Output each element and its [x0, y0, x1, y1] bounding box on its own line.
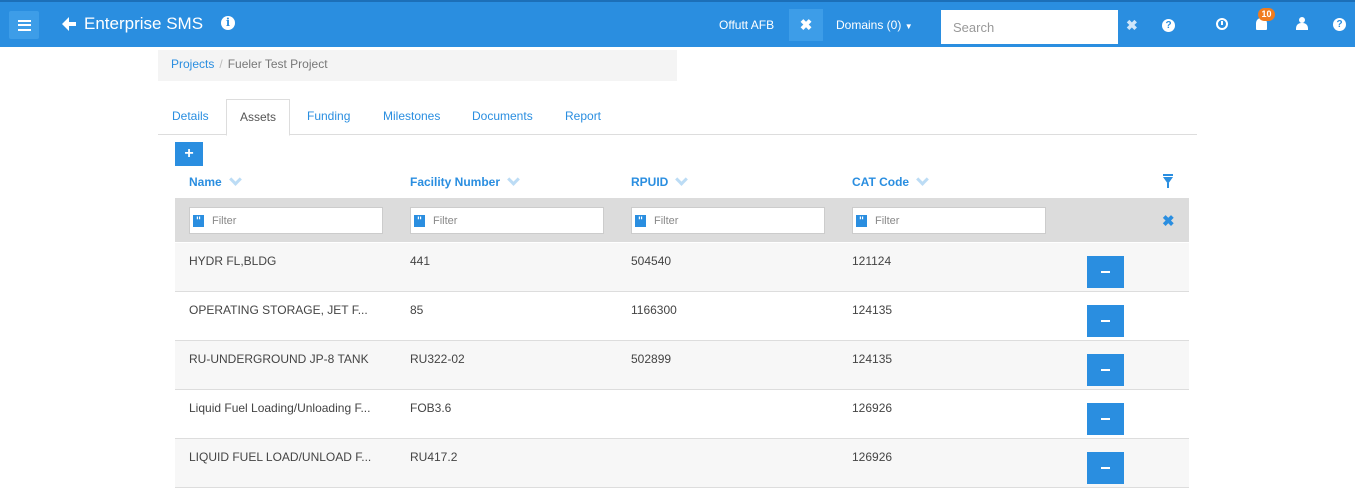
column-label: RPUID [631, 175, 669, 189]
sort-chevron-icon [228, 173, 242, 186]
user-icon[interactable] [1296, 17, 1308, 30]
breadcrumb-current: Fueler Test Project [227, 57, 328, 71]
cell-facility: RU322-02 [410, 352, 465, 366]
table-row: LIQUID FUEL LOAD/UNLOAD F... RU417.2 126… [175, 439, 1189, 488]
table-row: Liquid Fuel Loading/Unloading F... FOB3.… [175, 390, 1189, 439]
column-header-rpuid[interactable]: RPUID [631, 173, 689, 189]
filter-icon[interactable] [1163, 174, 1173, 188]
remove-asset-button[interactable] [1087, 256, 1124, 288]
cell-name: Liquid Fuel Loading/Unloading F... [189, 401, 371, 415]
cell-facility: 85 [410, 303, 424, 317]
sort-chevron-icon [675, 173, 689, 186]
table-row: HYDR FL,BLDG 441 504540 121124 [175, 243, 1189, 292]
breadcrumb-separator: / [219, 57, 223, 71]
tab-milestones[interactable]: Milestones [383, 109, 440, 123]
cell-cat: 126926 [852, 401, 893, 415]
menu-icon [17, 19, 31, 31]
quote-icon: " [414, 214, 425, 227]
app-title: Enterprise SMS [84, 14, 204, 33]
menu-button[interactable] [9, 11, 39, 39]
sort-chevron-icon [916, 173, 929, 186]
filter-facility-number[interactable]: " [410, 207, 604, 234]
cell-cat: 121124 [852, 254, 892, 268]
tab-assets[interactable]: Assets [226, 99, 291, 136]
remove-asset-button[interactable] [1087, 354, 1124, 386]
cell-name: RU-UNDERGROUND JP-8 TANK [189, 352, 369, 366]
filter-name-input[interactable] [212, 214, 372, 227]
column-header-facility-number[interactable]: Facility Number [410, 173, 520, 189]
table-row: RU-UNDERGROUND JP-8 TANK RU322-02 502899… [175, 341, 1189, 390]
cell-name: HYDR FL,BLDG [189, 254, 277, 268]
clock-icon[interactable] [1216, 18, 1228, 30]
cell-cat: 124135 [852, 303, 893, 317]
minus-icon [1101, 467, 1110, 469]
clear-base-button[interactable]: ✖ [789, 9, 823, 41]
filter-rpuid[interactable]: " [631, 207, 825, 234]
column-label: Facility Number [410, 175, 501, 189]
domains-label: Domains (0) [836, 18, 902, 32]
filter-row: " " " " ✖ [175, 198, 1189, 242]
column-header-cat-code[interactable]: CAT Code [852, 173, 929, 189]
remove-asset-button[interactable] [1087, 452, 1124, 484]
tab-details[interactable]: Details [172, 109, 209, 123]
filter-rpuid-input[interactable] [654, 214, 814, 227]
breadcrumb-projects-link[interactable]: Projects [171, 57, 214, 71]
minus-icon [1101, 271, 1110, 273]
cell-cat: 126926 [852, 450, 893, 464]
quote-icon: " [193, 214, 204, 227]
top-navbar: Enterprise SMS i Offutt AFB ✖ Domains (0… [0, 0, 1355, 47]
tab-report[interactable]: Report [565, 109, 601, 123]
clear-filters-icon[interactable]: ✖ [1162, 212, 1175, 230]
filter-cat-input[interactable] [875, 214, 1035, 227]
cell-rpuid: 502899 [631, 352, 672, 366]
breadcrumb: Projects / Fueler Test Project [158, 50, 677, 81]
help-icon[interactable]: ? [1333, 18, 1346, 31]
filter-cat-code[interactable]: " [852, 207, 1046, 234]
cell-facility: RU417.2 [410, 450, 458, 464]
quote-icon: " [856, 214, 867, 227]
add-asset-button[interactable]: + [175, 142, 203, 166]
cell-facility: 441 [410, 254, 431, 268]
cell-rpuid: 1166300 [631, 303, 677, 317]
cell-name: LIQUID FUEL LOAD/UNLOAD F... [189, 450, 372, 464]
minus-icon [1101, 418, 1110, 420]
caret-down-icon: ▼ [904, 22, 913, 31]
cell-facility: FOB3.6 [410, 401, 452, 415]
minus-icon [1101, 320, 1110, 322]
filter-name[interactable]: " [189, 207, 383, 234]
close-icon: ✖ [799, 17, 813, 34]
logo-arrow-icon [62, 17, 76, 31]
cell-name: OPERATING STORAGE, JET F... [189, 303, 368, 317]
notification-badge: 10 [1258, 8, 1275, 21]
column-label: Name [189, 175, 222, 189]
info-icon[interactable]: i [221, 16, 235, 30]
cell-cat: 124135 [852, 352, 893, 366]
project-tabs: Details Assets Funding Milestones Docume… [158, 99, 1197, 136]
column-label: CAT Code [852, 175, 910, 189]
column-header-name[interactable]: Name [189, 173, 242, 189]
quote-icon: " [635, 214, 646, 227]
remove-asset-button[interactable] [1087, 403, 1124, 435]
tab-documents[interactable]: Documents [472, 109, 533, 123]
filter-facility-input[interactable] [433, 214, 593, 227]
minus-icon [1101, 369, 1110, 371]
tab-funding[interactable]: Funding [307, 109, 350, 123]
app-logo[interactable]: Enterprise SMS [60, 14, 203, 34]
search-input[interactable] [941, 10, 1118, 44]
search-clear-icon[interactable]: ✖ [1126, 17, 1138, 34]
domains-dropdown[interactable]: Domains (0) ▼ [836, 18, 913, 32]
search-help-icon[interactable]: ? [1162, 19, 1175, 32]
sort-chevron-icon [507, 173, 520, 186]
base-selector[interactable]: Offutt AFB [719, 18, 774, 32]
remove-asset-button[interactable] [1087, 305, 1124, 337]
table-row: OPERATING STORAGE, JET F... 85 1166300 1… [175, 292, 1189, 341]
cell-rpuid: 504540 [631, 254, 672, 268]
